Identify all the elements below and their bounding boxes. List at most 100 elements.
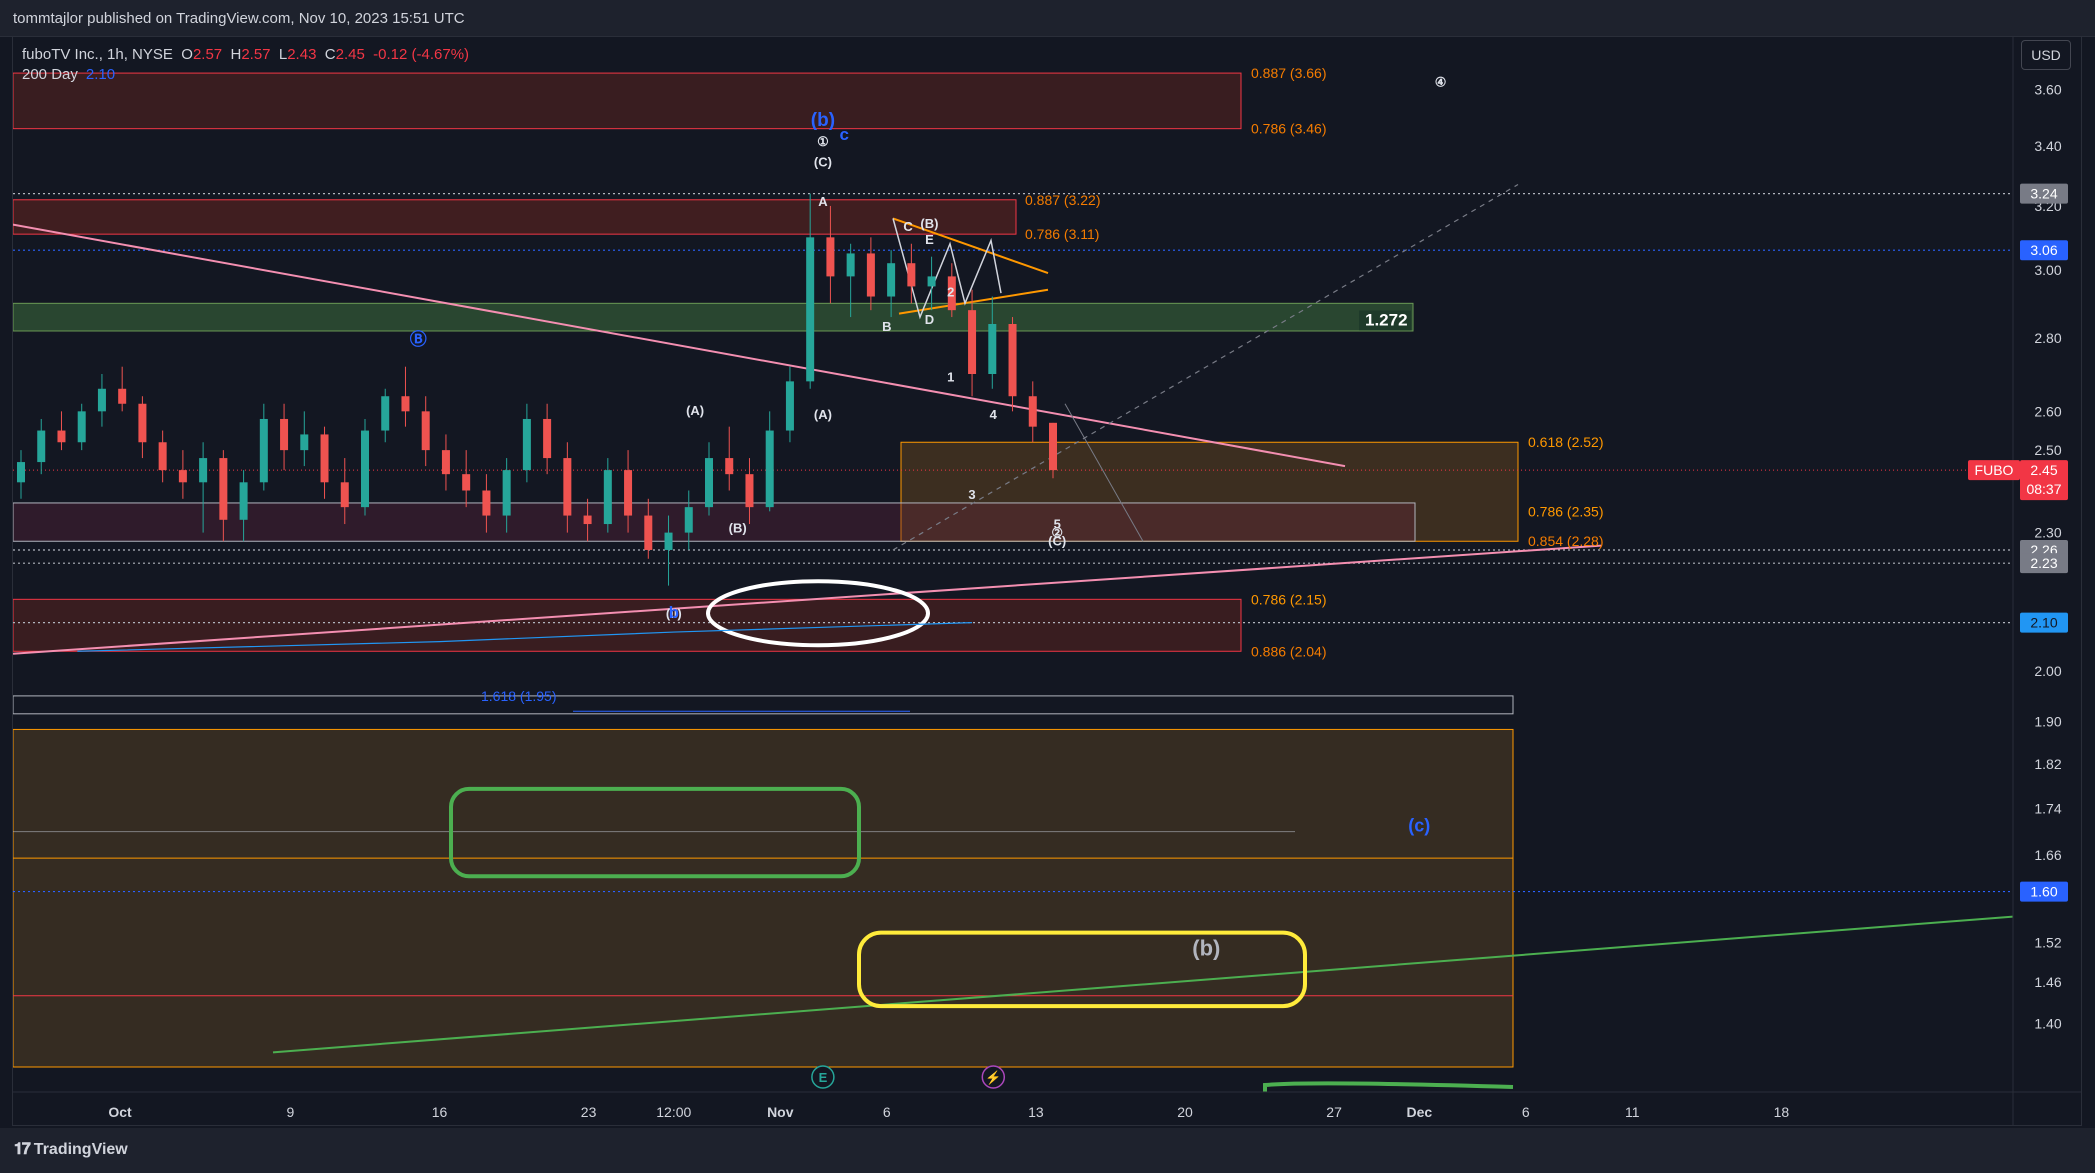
fib-label: 0.786 (3.46) [1251, 121, 1327, 137]
x-tick: Nov [767, 1104, 794, 1120]
candle-body [97, 388, 106, 412]
legend-high-label: H [230, 46, 242, 63]
wave-label-7: D [925, 312, 934, 327]
candle-body [785, 381, 794, 431]
fib-label: 0.786 (2.35) [1528, 503, 1604, 519]
candle-body [239, 482, 248, 520]
tradingview-logo[interactable]: 𝟏𝟕 TradingView [14, 1141, 128, 1159]
legend-change: -0.12 (-4.67%) [373, 46, 470, 63]
countdown-text: 08:37 [2026, 481, 2061, 497]
candle-body [118, 388, 127, 404]
candle-body [37, 430, 46, 463]
currency-button[interactable]: USD [2021, 40, 2071, 70]
candle-body [725, 458, 734, 475]
wave-label-10: 2 [947, 285, 954, 300]
wave-label-20: Ⓑ [410, 329, 427, 349]
brand-name: TradingView [33, 1141, 128, 1158]
y-tick: 2.60 [2034, 403, 2061, 419]
wave-label-6: C [903, 219, 913, 234]
x-tick: 13 [1028, 1104, 1044, 1120]
fib-label: 0.854 (2.28) [1528, 533, 1604, 549]
candle-body [826, 237, 835, 277]
fib-zone-5 [13, 598, 1242, 652]
candle-body [644, 515, 653, 550]
footer-bar [0, 1128, 2095, 1173]
wave-label-0: ① [817, 134, 829, 149]
wave-label-22: b [669, 603, 679, 622]
candle-body [624, 470, 633, 516]
chart-legend: fuboTV Inc., 1h, NYSE O2.57 H2.57 L2.43 … [22, 45, 469, 85]
y-tick: 3.60 [2034, 81, 2061, 97]
candle-body [361, 430, 369, 508]
legend-high: 2.57 [241, 46, 271, 63]
candle-body [77, 411, 86, 443]
price-badge-text: 2.10 [2030, 615, 2057, 631]
fib-label: 0.618 (2.52) [1528, 434, 1604, 450]
legend-ohlc-row: fuboTV Inc., 1h, NYSE O2.57 H2.57 L2.43 … [22, 45, 469, 65]
legend-ma-label: 200 Day [22, 66, 78, 83]
fib-zone-1 [13, 199, 1017, 235]
candle-body [320, 434, 329, 483]
candle-body [927, 276, 936, 287]
fib-label: 0.887 (3.22) [1025, 192, 1101, 208]
x-tick: 16 [432, 1104, 448, 1120]
candle-body [1028, 396, 1037, 427]
x-tick: Oct [108, 1104, 132, 1120]
candle-body [684, 507, 693, 533]
x-tick: 20 [1177, 1104, 1193, 1120]
chart-frame[interactable]: 0.887 (3.66) 0.786 (3.46) 0.887 (3.22) 0.78… [12, 36, 2082, 1126]
y-tick: 1.52 [2034, 934, 2061, 950]
candle-body [138, 403, 147, 443]
fib-label: 0.886 (2.04) [1251, 643, 1327, 659]
candle-body [57, 430, 66, 443]
price-badge-text: 2.23 [2030, 555, 2057, 571]
candle-body [300, 434, 309, 451]
x-tick: 18 [1774, 1104, 1790, 1120]
y-tick: 2.80 [2034, 330, 2061, 346]
candle-body [846, 253, 855, 277]
y-tick: 1.82 [2034, 756, 2061, 772]
publisher-bar: tommtajlor published on TradingView.com,… [0, 0, 2095, 37]
fib-zone-2 [13, 302, 1414, 332]
candle-body [968, 310, 977, 375]
candle-body [806, 237, 815, 382]
candle-body [583, 515, 592, 525]
candle-body [543, 418, 552, 459]
wave-label-25: (b) [1192, 935, 1220, 960]
y-tick: 1.66 [2034, 847, 2061, 863]
candle-body [421, 411, 430, 451]
candle-body [219, 458, 228, 520]
event-marker-text-1: ⚡ [985, 1070, 1001, 1086]
wave-label-17: (A) [686, 403, 704, 418]
y-tick: 3.40 [2034, 138, 2061, 154]
candle-body [765, 430, 774, 508]
candle-body [381, 396, 390, 431]
fib-label: 1.272 [1365, 311, 1408, 330]
legend-close: 2.45 [335, 46, 365, 63]
fib-zone-7 [13, 728, 1514, 1068]
candle-body [603, 470, 612, 525]
x-tick: 6 [883, 1104, 891, 1120]
wave-label-18: (A) [814, 407, 832, 422]
candle-body [1008, 323, 1017, 397]
legend-open: 2.57 [192, 46, 223, 63]
fib-label: 0.786 (3.11) [1025, 226, 1099, 242]
legend-ma-row[interactable]: 200 Day 2.10 [22, 65, 469, 85]
fib-label: 0.887 (3.66) [1251, 65, 1327, 81]
candle-body [563, 458, 572, 516]
price-badge-text: 3.24 [2030, 186, 2057, 202]
candle-body [907, 263, 916, 287]
x-tick: 9 [287, 1104, 295, 1120]
candle-body [482, 490, 491, 516]
candle-body [441, 450, 450, 475]
candle-body [158, 442, 167, 471]
candle-body [259, 418, 268, 483]
chart-svg[interactable]: 0.887 (3.66) 0.786 (3.46) 0.887 (3.22) 0.78… [13, 37, 2081, 1125]
price-badge-text: 1.60 [2030, 884, 2057, 900]
candle-body [502, 470, 511, 516]
candle-body [462, 474, 471, 491]
legend-symbol: fuboTV Inc., 1h, NYSE [22, 46, 173, 63]
candle-body [178, 470, 187, 483]
candle-body [705, 458, 713, 508]
y-tick: 3.00 [2034, 262, 2061, 278]
